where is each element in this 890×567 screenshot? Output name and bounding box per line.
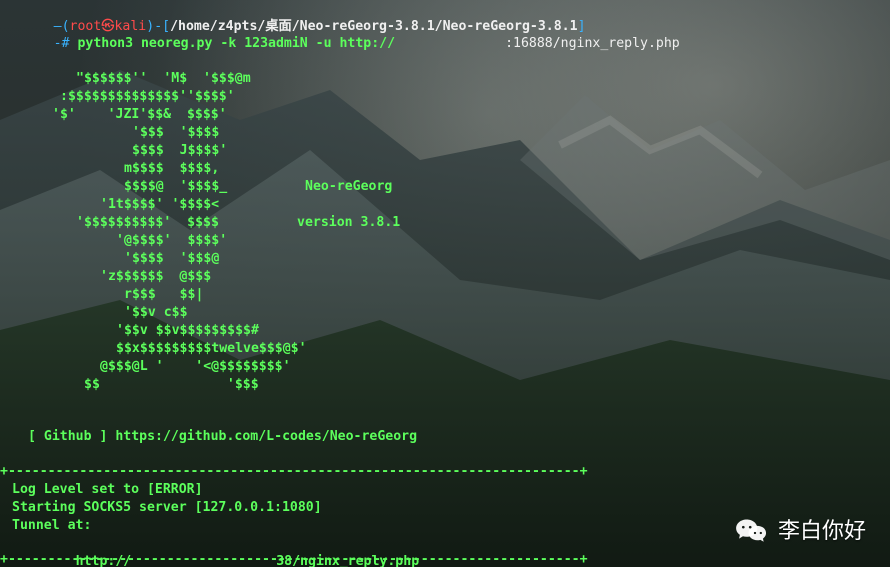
ascii-line-1: "$$$$$$'' 'M$ '$$$@m [76,71,251,86]
tunnel-label-line: Tunnel at: [12,518,92,533]
log-level-line: Log Level set to [ERROR] [12,482,203,497]
github-line: [ Github ] https://github.com/L-codes/Ne… [28,429,418,444]
ascii-line-15: '$$v $$v$$$$$$$$$# [116,323,259,338]
ascii-line-18: $$ '$$$ [84,377,259,392]
banner-version: version 3.8.1 [297,215,401,230]
ascii-line-16: $$x$$$$$$$$$twelve$$$@$' [116,341,307,356]
ascii-line-12: 'z$$$$$$ @$$$ [100,269,212,284]
ascii-line-3: '$' 'JZI'$$& $$$$' [52,107,227,122]
banner-title: Neo-reGeorg [305,179,393,194]
ascii-line-2: :$$$$$$$$$$$$$$''$$$$' [60,89,235,104]
ascii-line-13: r$$$ $$| [124,287,204,302]
separator-bottom: +---------------------------------------… [0,552,588,567]
ascii-line-5: $$$$ J$$$$' [132,143,228,158]
ascii-line-8: '1t$$$$' '$$$$< [100,197,220,212]
ascii-line-14: '$$v c$$ [124,305,188,320]
command-suffix: :16888/nginx_reply.php [505,35,680,51]
separator-top: +---------------------------------------… [0,464,588,479]
ascii-line-7: $$$$@ '$$$$_ [124,179,228,194]
terminal-output: —(root㉿kali)-[/home/z4pts/桌面/Neo-reGeorg… [0,0,890,567]
ascii-line-17: @$$$@L ' '<@$$$$$$$$' [100,359,291,374]
ascii-line-4: '$$$ '$$$$ [132,125,220,140]
ascii-line-11: '$$$$ '$$$@ [124,251,220,266]
socks-line: Starting SOCKS5 server [127.0.0.1:1080] [12,500,322,515]
ascii-line-6: m$$$$ $$$$, [124,161,220,176]
wechat-icon [736,519,767,542]
prompt-line-2: -# python3 neoreg.py -k 123admiN -u http… [6,17,680,70]
watermark-text: 李白你好 [777,519,866,544]
prompt-hash: -# [53,35,78,51]
command-text: python3 neoreg.py -k 123admiN -u http:// [77,35,396,51]
terminal-window: —(root㉿kali)-[/home/z4pts/桌面/Neo-reGeorg… [0,0,890,567]
watermark: 李白你好 [734,513,866,545]
ascii-line-10: '@$$$$' $$$$' [116,233,228,248]
masked-host [395,36,505,49]
ascii-line-9: '$$$$$$$$$$' $$$$ [76,215,219,230]
